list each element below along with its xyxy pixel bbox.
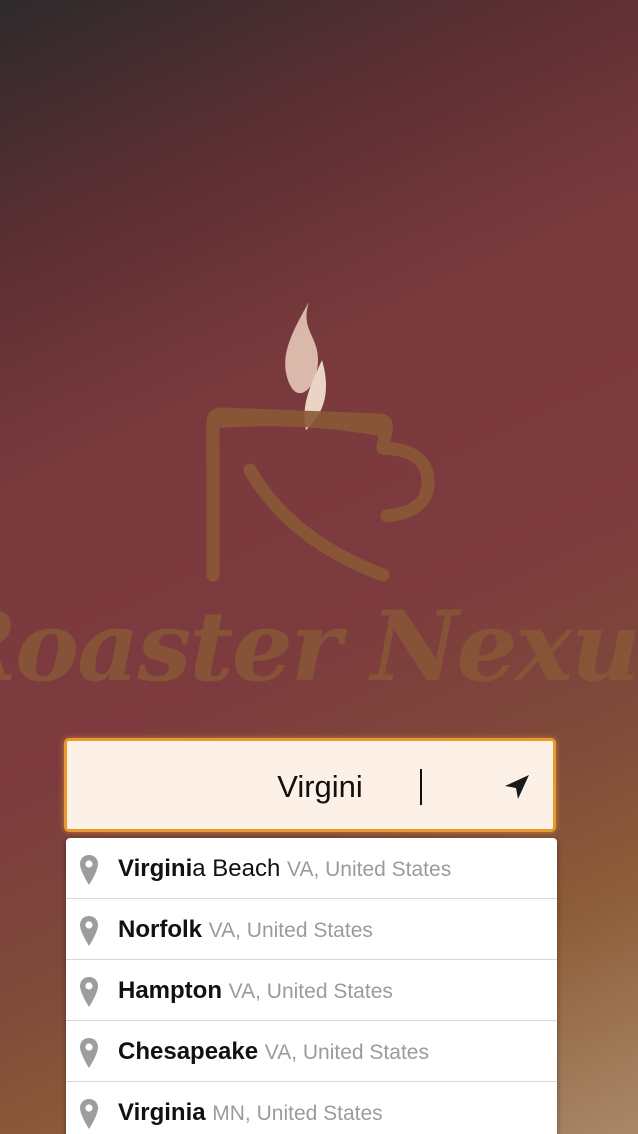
suggestion-text: Virginia Beach VA, United States bbox=[118, 855, 451, 884]
suggestion-match: Chesapeake bbox=[118, 1038, 259, 1065]
map-pin-icon bbox=[80, 977, 98, 1007]
navigation-arrow-icon[interactable] bbox=[501, 771, 533, 803]
suggestion-region: VA, United States bbox=[287, 858, 452, 881]
suggestion-region: VA, United States bbox=[264, 1041, 429, 1064]
location-search-input[interactable] bbox=[87, 767, 483, 807]
suggestion-item[interactable]: Norfolk VA, United States bbox=[66, 899, 557, 960]
suggestion-text: Norfolk VA, United States bbox=[118, 916, 373, 945]
suggestion-item[interactable]: Hampton VA, United States bbox=[66, 960, 557, 1021]
map-pin-icon bbox=[80, 916, 98, 946]
map-pin-icon bbox=[80, 1038, 98, 1068]
suggestion-match: Virginia bbox=[118, 1099, 206, 1126]
suggestion-match: Virgini bbox=[118, 855, 193, 882]
map-pin-icon bbox=[80, 855, 98, 885]
suggestion-region: VA, United States bbox=[228, 980, 393, 1003]
text-caret bbox=[420, 769, 422, 805]
suggestion-match: Norfolk bbox=[118, 916, 202, 943]
suggestion-text: Hampton VA, United States bbox=[118, 977, 393, 1006]
suggestion-item[interactable]: Virginia Beach VA, United States bbox=[66, 838, 557, 899]
brand-wordmark: Roaster Nexus bbox=[0, 590, 638, 703]
suggestion-region: MN, United States bbox=[212, 1102, 383, 1125]
suggestion-region: VA, United States bbox=[208, 919, 373, 942]
suggestion-match: Hampton bbox=[118, 977, 222, 1004]
suggestion-rest: a Beach bbox=[192, 855, 281, 882]
suggestion-item[interactable]: Chesapeake VA, United States bbox=[66, 1021, 557, 1082]
autocomplete-suggestions: Virginia Beach VA, United States Norfolk … bbox=[66, 838, 557, 1134]
suggestion-text: Chesapeake VA, United States bbox=[118, 1038, 429, 1067]
location-search-box[interactable] bbox=[64, 738, 556, 832]
roaster-nexus-logo: Roaster Nexus bbox=[0, 302, 638, 703]
suggestion-item[interactable]: Virginia MN, United States bbox=[66, 1082, 557, 1134]
map-pin-icon bbox=[80, 1099, 98, 1129]
cup-icon bbox=[206, 407, 435, 582]
suggestion-text: Virginia MN, United States bbox=[118, 1099, 383, 1128]
